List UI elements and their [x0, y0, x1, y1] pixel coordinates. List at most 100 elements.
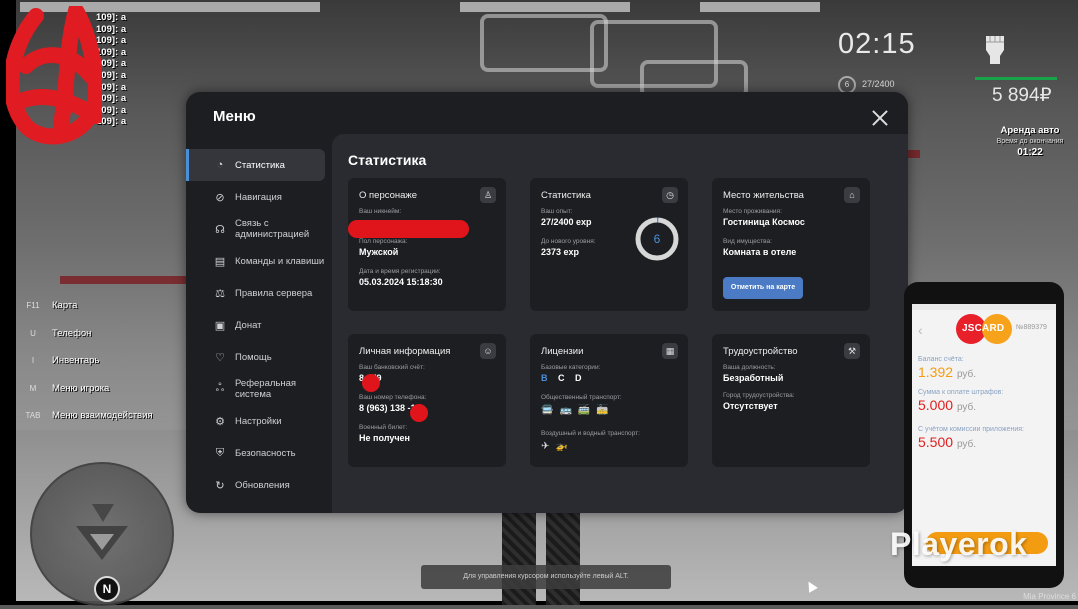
- card-title: Трудоустройство: [723, 346, 798, 357]
- sidebar-item-settings[interactable]: ⚙ Настройки: [186, 405, 332, 437]
- close-icon[interactable]: [869, 107, 891, 129]
- commission-label: С учётом комиссии приложения:: [918, 426, 1024, 433]
- player-character: [498, 510, 584, 605]
- sidebar-item-label: Статистика: [235, 159, 285, 171]
- coach-icon: 🚌: [559, 405, 572, 416]
- field-value: 27/2400 exp: [541, 217, 592, 227]
- card-personal-info: Личная информация ☺ Ваш банковский счёт:…: [348, 334, 506, 467]
- field-label: Ваш номер телефона:: [359, 394, 427, 401]
- card-licenses: Лицензии ▦ Базовые категории: B C D Обще…: [530, 334, 688, 467]
- balance-value: 1.392: [918, 364, 954, 380]
- watermark: Playerok: [890, 526, 1028, 562]
- field-label: Город трудоустройства:: [723, 392, 795, 399]
- face-icon: ☺: [480, 343, 496, 359]
- home-icon: ⌂: [844, 187, 860, 203]
- field-next-level: До нового уровня: 2373 exp: [541, 238, 596, 257]
- field-label: Общественный транспорт:: [541, 394, 622, 401]
- category-d: D: [575, 373, 586, 383]
- card-statistics: Статистика ◷ Ваш опыт: 27/2400 exp До нов…: [530, 178, 688, 311]
- field-position: Ваша должность: Безработный: [723, 364, 783, 383]
- page-title: Статистика: [348, 152, 427, 168]
- sidebar-item-commands[interactable]: ▤ Команды и клавиши: [186, 245, 332, 277]
- field-gender: Пол персонажа: Мужской: [359, 238, 407, 257]
- back-arrow-icon[interactable]: ‹: [918, 322, 923, 338]
- card-title: Личная информация: [359, 346, 451, 357]
- commission-value: 5.500: [918, 434, 954, 450]
- sidebar-item-label: Навигация: [235, 191, 282, 203]
- ceiling-truss: [480, 14, 608, 72]
- sidebar-item-navigation[interactable]: ⊘ Навигация: [186, 181, 332, 213]
- sidebar-item-security[interactable]: ⛨ Безопасность: [186, 437, 332, 469]
- currency-label: руб.: [956, 439, 977, 450]
- bind-label: Меню игрока: [52, 382, 110, 394]
- document-icon: ▦: [662, 343, 678, 359]
- field-label: Вид имущества:: [723, 238, 772, 245]
- wallet-icon: ▣: [214, 319, 226, 332]
- ceiling-light: [700, 2, 820, 12]
- red-redaction: [410, 404, 428, 422]
- sidebar-item-referral[interactable]: ஃ Реферальная система: [186, 373, 332, 405]
- category-c: C: [558, 373, 569, 383]
- keyboard-icon: ▤: [214, 255, 226, 268]
- keybind-list: F11 Карта U Телефон I Инвентарь M Меню игрок…: [18, 292, 153, 430]
- bind-key: TAB: [25, 411, 41, 421]
- hammer-icon: ⚒: [844, 343, 860, 359]
- sidebar-item-help[interactable]: ♡ Помощь: [186, 341, 332, 373]
- field-value: Мужской: [359, 247, 399, 257]
- field-air-water-transport: Воздушный и водный транспорт: ✈ 🚁: [541, 430, 640, 452]
- person-icon: ♙: [480, 187, 496, 203]
- bind-inventory: I Инвентарь: [18, 347, 153, 375]
- sidebar-item-rules[interactable]: ⚖ Правила сервера: [186, 277, 332, 309]
- bind-label: Карта: [52, 300, 78, 312]
- sidebar-item-admin-contact[interactable]: ☊ Связь с администрацией: [186, 213, 332, 245]
- cursor-hint: Для управления курсором используйте левы…: [421, 565, 671, 589]
- money-display: 5 894₽: [992, 85, 1052, 106]
- headset-icon: ☊: [215, 223, 225, 236]
- fines-row: Сумма к оплате штрафов: 5.000 руб.: [912, 389, 1056, 416]
- scales-icon: ⚖: [215, 287, 225, 300]
- menu-title: Меню: [213, 108, 256, 125]
- xp-counter: 27/2400: [862, 79, 895, 89]
- sidebar-item-statistics[interactable]: ◔ Статистика: [186, 149, 325, 181]
- fines-value: 5.000: [918, 397, 954, 413]
- field-property: Вид имущества: Комната в отеле: [723, 238, 796, 257]
- shield-icon: ⛨: [215, 446, 225, 459]
- field-registration: Дата и время регистрации: 05.03.2024 15:1…: [359, 268, 443, 287]
- content-panel: Статистика О персонаже ♙ Ваш никнейм: По…: [332, 134, 908, 513]
- balance-row: Баланс счёта: 1.392 руб.: [912, 356, 1056, 383]
- card-employment: Трудоустройство ⚒ Ваша должность: Безрабо…: [712, 334, 870, 467]
- field-base-categories: Базовые категории: B C D: [541, 364, 600, 383]
- bind-player-menu: M Меню игрока: [18, 375, 153, 403]
- card-number: №889379: [1016, 324, 1047, 331]
- sidebar-item-label: Правила сервера: [235, 287, 313, 299]
- license-categories: B C D: [541, 373, 600, 383]
- field-label: Воздушный и водный транспорт:: [541, 430, 640, 437]
- commission-row: С учётом комиссии приложения: 5.500 руб.: [912, 426, 1056, 453]
- clock-icon: ◷: [662, 187, 678, 203]
- sidebar-item-donate[interactable]: ▣ Донат: [186, 309, 332, 341]
- helicopter-icon: 🚁: [555, 441, 568, 452]
- tram-icon: 🚋: [596, 405, 609, 416]
- pie-chart-icon: ◔: [216, 159, 224, 171]
- fist-weapon-icon: [986, 36, 1004, 64]
- sidebar-item-label: Настройки: [235, 415, 282, 427]
- balance-label: Баланс счёта:: [918, 356, 964, 363]
- refresh-icon: ↻: [215, 479, 225, 492]
- field-label: Ваша должность:: [723, 364, 776, 371]
- card-title: Статистика: [541, 190, 591, 201]
- field-nickname: Ваш никнейм:: [359, 208, 401, 215]
- sidebar-item-label: Безопасность: [235, 447, 296, 459]
- level-value: 6: [653, 232, 661, 246]
- mark-on-map-button[interactable]: Отметить на карте: [723, 277, 803, 299]
- currency-label: руб.: [956, 402, 977, 413]
- people-icon: ஃ: [215, 382, 225, 394]
- card-character: О персонаже ♙ Ваш никнейм: Пол персонажа…: [348, 178, 506, 311]
- north-indicator: N: [94, 576, 120, 602]
- fines-label: Сумма к оплате штрафов:: [918, 389, 1004, 396]
- heart-hand-icon: ♡: [215, 351, 225, 364]
- sidebar-item-updates[interactable]: ↻ Обновления: [186, 469, 332, 501]
- field-exp: Ваш опыт: 27/2400 exp: [541, 208, 592, 227]
- jscard-logo: JSCARD: [956, 314, 1012, 344]
- red-redaction: [348, 220, 469, 238]
- field-value: 2373 exp: [541, 247, 580, 257]
